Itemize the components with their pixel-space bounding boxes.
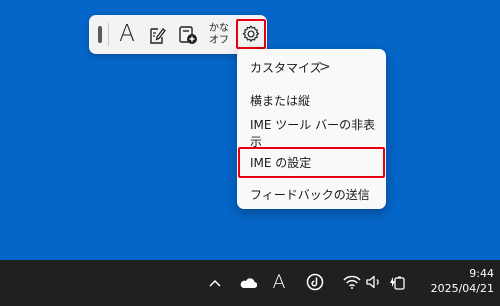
onedrive-button[interactable]: [237, 274, 259, 292]
clipchamp-button[interactable]: [305, 272, 325, 292]
clipchamp-icon: [306, 273, 324, 291]
onedrive-cloud-icon: [240, 278, 257, 289]
taskbar: A 9:44 2025/04/21: [0, 260, 500, 306]
toolbar-divider: [108, 23, 109, 46]
kana-lock-line1: かな: [209, 22, 229, 34]
ime-indicator-label: A: [272, 271, 286, 293]
volume-button[interactable]: [364, 272, 384, 292]
ime-context-menu: カスタマイズ > 横または縦 IME ツール バーの非表示 IME の設定 フィ…: [237, 49, 386, 209]
menu-item-orientation[interactable]: 横または縦: [237, 87, 386, 114]
settings-button[interactable]: [236, 19, 266, 49]
chevron-right-icon: >: [319, 59, 331, 75]
battery-icon: [390, 276, 405, 290]
menu-item-label: IME の設定: [250, 156, 312, 170]
wifi-icon: [343, 275, 361, 289]
chevron-up-icon: [209, 279, 221, 287]
volume-icon: [366, 275, 379, 289]
wifi-button[interactable]: [343, 272, 361, 292]
input-mode-button[interactable]: A: [114, 20, 140, 49]
menu-item-label: カスタマイズ: [250, 61, 322, 75]
input-mode-label: A: [119, 21, 135, 47]
kana-lock-line2: オフ: [209, 34, 229, 46]
ime-pad-icon: [150, 27, 166, 44]
menu-item-label: 横または縦: [250, 94, 311, 108]
taskbar-clock[interactable]: 9:44 2025/04/21: [420, 266, 494, 297]
menu-item-customize[interactable]: カスタマイズ >: [237, 54, 386, 81]
gear-icon: [242, 25, 260, 42]
clock-time: 9:44: [469, 267, 494, 280]
menu-item-label: フィードバックの送信: [250, 188, 370, 202]
dictionary-button[interactable]: [175, 20, 201, 49]
ime-mode-indicator[interactable]: A: [270, 270, 288, 294]
kana-lock-button[interactable]: かな オフ: [205, 20, 233, 49]
ime-pad-button[interactable]: [144, 20, 170, 49]
menu-item-ime-settings[interactable]: IME の設定: [238, 147, 385, 178]
show-hidden-icons-button[interactable]: [206, 273, 224, 293]
menu-item-label: IME ツール バーの非表示: [250, 117, 376, 149]
menu-item-send-feedback[interactable]: フィードバックの送信: [237, 181, 386, 208]
clock-date: 2025/04/21: [430, 282, 494, 295]
menu-item-hide-toolbar[interactable]: IME ツール バーの非表示: [237, 118, 386, 149]
ime-toolbar: A かな オフ: [89, 15, 267, 54]
dictionary-icon: [179, 25, 197, 44]
battery-button[interactable]: [388, 272, 408, 292]
drag-handle-icon[interactable]: [98, 26, 102, 43]
